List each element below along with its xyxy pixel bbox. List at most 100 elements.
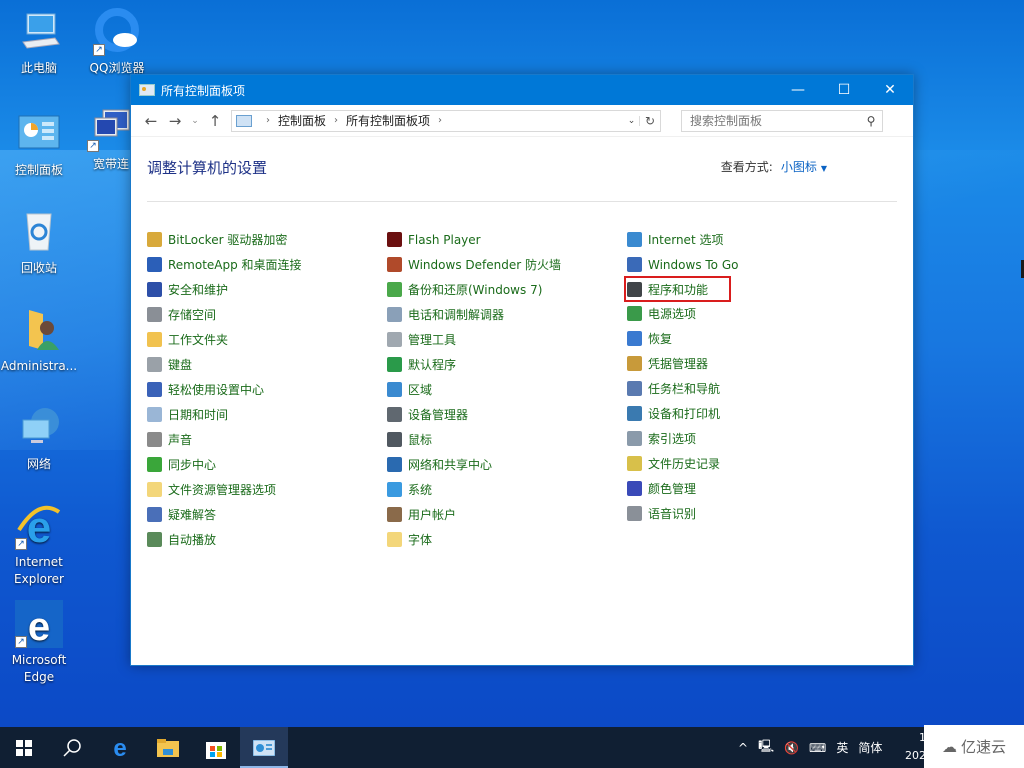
item-label: 网络和共享中心	[408, 458, 493, 472]
search-icon[interactable]: ⚲	[860, 114, 882, 128]
breadcrumb-chevron-icon[interactable]: ›	[438, 115, 442, 126]
search-button[interactable]	[48, 727, 96, 768]
control-panel-item-network-sharing[interactable]: 网络和共享中心	[387, 452, 627, 477]
clock[interactable]: 1 202	[904, 729, 926, 765]
control-panel-item-internet-options[interactable]: Internet 选项	[627, 227, 867, 252]
control-panel-item-system[interactable]: 系统	[387, 477, 627, 502]
ime-language[interactable]: 英	[836, 739, 848, 756]
back-button[interactable]: ←	[139, 112, 163, 130]
breadcrumb-control-panel[interactable]: 控制面板	[278, 112, 326, 129]
control-panel-item-indexing[interactable]: 索引选项	[627, 426, 867, 451]
recent-locations-button[interactable]: ⌄	[187, 116, 203, 126]
taskbar-control-panel[interactable]	[240, 727, 288, 768]
edge-icon: e ↗	[15, 600, 63, 649]
control-panel-item-sound[interactable]: 声音	[147, 427, 387, 452]
control-panel-item-remoteapp[interactable]: RemoteApp 和桌面连接	[147, 252, 387, 277]
close-button[interactable]: ✕	[867, 75, 913, 105]
windows-logo-icon	[16, 739, 32, 756]
breadcrumb-chevron-icon[interactable]: ›	[266, 115, 270, 126]
control-panel-item-autoplay[interactable]: 自动播放	[147, 527, 387, 552]
control-panel-item-flag[interactable]: 安全和维护	[147, 277, 387, 302]
desktop-icon-this-pc[interactable]: 此电脑	[0, 8, 78, 77]
firewall-icon	[387, 257, 402, 272]
address-dropdown-icon[interactable]: ⌄	[624, 115, 640, 126]
forward-button[interactable]: →	[163, 112, 187, 130]
breadcrumb-all-items[interactable]: 所有控制面板项	[346, 112, 430, 129]
control-panel-item-recovery[interactable]: 恢复	[627, 326, 867, 351]
desktop-icon-edge[interactable]: e ↗ Microsoft Edge	[0, 600, 78, 686]
address-bar[interactable]: › 控制面板 › 所有控制面板项 › ⌄ ↻	[231, 109, 661, 132]
up-button[interactable]: ↑	[203, 112, 227, 130]
desktop-icon-qq-browser[interactable]: ↗ QQ浏览器	[78, 8, 156, 77]
control-panel-item-admin-tools[interactable]: 管理工具	[387, 327, 627, 352]
volume-muted-icon[interactable]: 🔇	[784, 741, 799, 755]
item-label: Windows Defender 防火墙	[408, 258, 561, 272]
item-label: 存储空间	[168, 308, 217, 322]
desktop-icon-network[interactable]: 网络	[0, 404, 78, 473]
control-panel-item-fonts[interactable]: 字体	[387, 527, 627, 552]
control-panel-item-ease-of-access[interactable]: 轻松使用设置中心	[147, 377, 387, 402]
control-panel-item-mouse[interactable]: 鼠标	[387, 427, 627, 452]
credential-manager-icon	[627, 356, 642, 371]
breadcrumb-chevron-icon[interactable]: ›	[334, 115, 338, 126]
minimize-button[interactable]: —	[775, 75, 821, 105]
control-panel-item-default-programs[interactable]: 默认程序	[387, 352, 627, 377]
desktop-icon-label: 控制面板	[14, 163, 63, 177]
control-panel-item-explorer-options[interactable]: 文件资源管理器选项	[147, 477, 387, 502]
control-panel-item-devices-printers[interactable]: 设备和打印机	[627, 401, 867, 426]
control-panel-item-device-manager[interactable]: 设备管理器	[387, 402, 627, 427]
desktop-icon-label: 网络	[26, 457, 51, 471]
show-hidden-icons-chevron[interactable]: ^	[738, 741, 748, 755]
desktop-icon-internet-explorer[interactable]: e ↗ Internet Explorer	[0, 502, 78, 588]
control-panel-item-windows-to-go[interactable]: Windows To Go	[627, 252, 867, 277]
taskbar-edge[interactable]: e	[96, 727, 144, 768]
control-panel-item-power-options[interactable]: 电源选项	[627, 301, 867, 326]
window-title: 所有控制面板项	[161, 83, 246, 98]
control-panel-item-programs-features[interactable]: 程序和功能	[624, 276, 731, 302]
control-panel-item-work-folders[interactable]: 工作文件夹	[147, 327, 387, 352]
desktop-icon-control-panel[interactable]: 控制面板	[0, 110, 78, 179]
control-panel-item-date-time[interactable]: 日期和时间	[147, 402, 387, 427]
desktop-icon-recycle-bin[interactable]: 回收站	[0, 208, 78, 277]
chevron-down-icon[interactable]: ▼	[821, 164, 827, 173]
search-input[interactable]: 搜索控制面板 ⚲	[681, 109, 883, 132]
desktop-icon-administrator[interactable]: Administra...	[0, 306, 78, 375]
color-management-icon	[627, 481, 642, 496]
recycle-bin-icon	[15, 208, 63, 256]
refresh-icon[interactable]: ↻	[640, 114, 660, 128]
control-panel-item-troubleshoot[interactable]: 疑难解答	[147, 502, 387, 527]
control-panel-item-phone-modem[interactable]: 电话和调制解调器	[387, 302, 627, 327]
control-panel-item-backup[interactable]: 备份和还原(Windows 7)	[387, 277, 627, 302]
control-panel-item-flash[interactable]: Flash Player	[387, 227, 627, 252]
control-panel-item-color-management[interactable]: 颜色管理	[627, 476, 867, 501]
control-panel-item-storage[interactable]: 存储空间	[147, 302, 387, 327]
title-bar[interactable]: 所有控制面板项 — ☐ ✕	[131, 75, 913, 105]
control-panel-item-file-history[interactable]: 文件历史记录	[627, 451, 867, 476]
view-by-dropdown[interactable]: 小图标	[781, 160, 817, 174]
user-accounts-icon	[387, 507, 402, 522]
touch-keyboard-icon[interactable]: ⌨	[809, 741, 826, 755]
control-panel-item-speech-recognition[interactable]: 语音识别	[627, 501, 867, 526]
network-status-icon[interactable]: 🖳	[758, 737, 774, 758]
item-label: 恢复	[648, 332, 673, 346]
control-panel-item-region[interactable]: 区域	[387, 377, 627, 402]
edge-icon: e	[113, 737, 126, 759]
control-panel-item-firewall[interactable]: Windows Defender 防火墙	[387, 252, 627, 277]
item-label: 电源选项	[648, 307, 697, 321]
control-panel-item-keyboard[interactable]: 键盘	[147, 352, 387, 377]
control-panel-icon	[236, 114, 252, 127]
control-panel-item-bitlocker[interactable]: BitLocker 驱动器加密	[147, 227, 387, 252]
control-panel-item-user-accounts[interactable]: 用户帐户	[387, 502, 627, 527]
maximize-button[interactable]: ☐	[821, 75, 867, 105]
user-folder-icon	[15, 306, 63, 354]
control-panel-item-taskbar-nav[interactable]: 任务栏和导航	[627, 376, 867, 401]
start-button[interactable]	[0, 727, 48, 768]
taskbar-store[interactable]	[192, 727, 240, 768]
control-panel-item-sync-center[interactable]: 同步中心	[147, 452, 387, 477]
page-title: 调整计算机的设置	[147, 159, 268, 177]
desktop-icon-label: Administra...	[0, 359, 78, 373]
ime-mode[interactable]: 简体	[858, 739, 882, 756]
control-panel-item-credential-manager[interactable]: 凭据管理器	[627, 351, 867, 376]
taskbar-file-explorer[interactable]	[144, 727, 192, 768]
item-label: 设备管理器	[408, 408, 469, 422]
